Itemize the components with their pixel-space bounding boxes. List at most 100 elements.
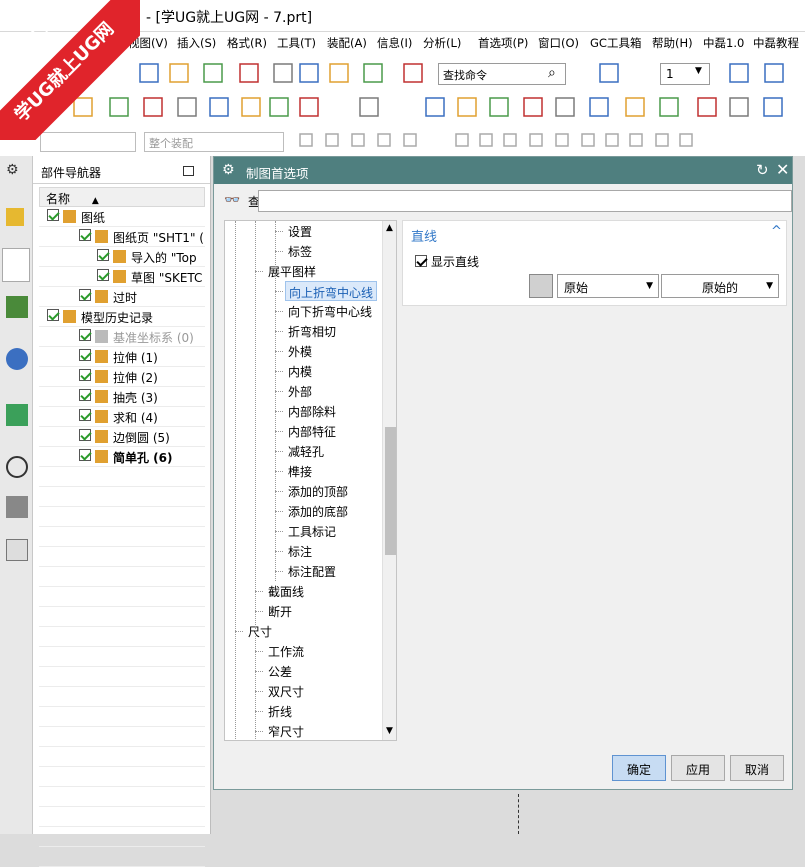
toolbar-button-icon[interactable] [457,97,477,117]
tree-scrollbar[interactable]: ▲ ▼ [382,221,396,740]
toolbar-button-icon[interactable] [143,97,163,117]
navigator-row[interactable]: 过时 [39,287,205,307]
visibility-checkbox[interactable] [79,389,91,401]
menu-item-11[interactable]: 中磊1.0 [703,35,744,51]
toolbar-button-icon[interactable] [479,133,493,147]
pref-tree-item[interactable]: 榫接 [285,461,315,481]
toolbar-button-icon[interactable] [203,63,223,83]
navigator-row[interactable]: 抽壳 (3) [39,387,205,407]
pref-tree-item[interactable]: 工具标记 [285,521,339,541]
maximize-icon[interactable] [183,166,194,176]
toolbar-button-icon[interactable] [377,133,391,147]
history-clock-icon[interactable] [6,456,28,478]
visibility-checkbox[interactable] [79,369,91,381]
toolbar-button-icon[interactable] [659,97,679,117]
menu-item-6[interactable]: 分析(L) [423,35,461,51]
navigator-row[interactable]: 边倒圆 (5) [39,427,205,447]
toolbar-button-icon[interactable] [73,97,93,117]
info-icon[interactable] [6,348,28,370]
toolbar-button-icon[interactable] [555,133,569,147]
visibility-checkbox[interactable] [97,269,109,281]
toolbar-button-icon[interactable] [605,133,619,147]
toolbar-button-icon[interactable] [629,133,643,147]
pref-tree-item[interactable]: 工作流 [265,641,307,661]
navigator-row[interactable]: 简单孔 (6) [39,447,205,467]
pref-tree-item[interactable]: 外部 [285,381,315,401]
reset-icon[interactable]: ↻ [756,161,769,179]
toolbar-button-icon[interactable] [425,97,445,117]
pref-tree-item[interactable]: 标注配置 [285,561,339,581]
pref-tree-item[interactable]: 内部特征 [285,421,339,441]
toolbar-button-icon[interactable] [39,97,59,117]
toolbar-button-icon[interactable] [455,133,469,147]
navigator-row[interactable]: 导入的 "Top [39,247,205,267]
toolbar-button-icon[interactable] [109,97,129,117]
toolbar-button-icon[interactable] [625,97,645,117]
scroll-thumb[interactable] [385,427,396,555]
pref-tree-item[interactable]: 向下折弯中心线 [285,301,375,321]
visibility-checkbox[interactable] [47,309,59,321]
toolbar-button-icon[interactable] [503,133,517,147]
graphics-area[interactable] [213,790,805,834]
pref-tree-item[interactable]: 向上折弯中心线 [285,281,378,301]
reuse-library-icon[interactable] [6,296,28,318]
menu-item-7[interactable]: 首选项(P) [478,35,528,51]
toolbar-button-icon[interactable] [764,63,784,83]
navigator-row[interactable]: 基准坐标系 (0) [39,327,205,347]
toolbar-button-icon[interactable] [351,133,365,147]
navigator-row[interactable]: 模型历史记录 [39,307,205,327]
collapse-icon[interactable]: ^ [771,224,782,239]
system-materials-icon[interactable] [6,496,28,518]
gear-icon[interactable]: ⚙ [6,162,28,184]
pref-tree-item[interactable]: 添加的底部 [285,501,351,521]
toolbar-button-icon[interactable] [529,133,543,147]
toolbar-button-icon[interactable] [523,97,543,117]
navigator-row[interactable]: 求和 (4) [39,407,205,427]
toolbar-button-icon[interactable] [329,63,349,83]
scroll-up-icon[interactable]: ▲ [386,223,393,233]
pref-tree-item[interactable]: 添加的顶部 [285,481,351,501]
menu-item-5[interactable]: 信息(I) [377,35,412,51]
navigator-row[interactable]: 拉伸 (2) [39,367,205,387]
preference-search-input[interactable] [258,190,792,212]
roles-icon[interactable] [6,539,28,561]
navigator-row[interactable]: 草图 "SKETC [39,267,205,287]
toolbar-button-icon[interactable] [403,63,423,83]
line-style-select[interactable]: 原始 ▼ [557,274,659,298]
navigator-row[interactable]: 图纸 [39,207,205,227]
menu-item-1[interactable]: 插入(S) [177,35,216,51]
line-width-select[interactable]: 原始的 ▼ [661,274,779,298]
pref-tree-item[interactable]: 展平图样 [265,261,319,281]
toolbar-button-icon[interactable] [581,133,595,147]
pref-tree-item[interactable]: 标签 [285,241,315,261]
pref-tree-item[interactable]: 双尺寸 [265,681,307,701]
pref-tree-item[interactable]: 折弯相切 [285,321,339,341]
toolbar-icons[interactable] [0,54,805,156]
pref-tree-item[interactable]: 公差 [265,661,295,681]
toolbar-button-icon[interactable] [241,97,261,117]
toolbar-button-icon[interactable] [555,97,575,117]
menu-item-4[interactable]: 装配(A) [327,35,367,51]
visibility-checkbox[interactable] [79,409,91,421]
toolbar-button-icon[interactable] [359,97,379,117]
assembly-navigator-icon[interactable] [6,208,24,226]
visibility-checkbox[interactable] [47,209,59,221]
toolbar-button-icon[interactable] [729,63,749,83]
ok-button[interactable]: 确定 [612,755,666,781]
toolbar-button-icon[interactable] [299,63,319,83]
menu-item-9[interactable]: GC工具箱 [590,35,641,51]
menu-item-2[interactable]: 格式(R) [227,35,267,51]
toolbar-button-icon[interactable] [729,97,749,117]
part-navigator-icon[interactable] [2,248,30,282]
toolbar-button-icon[interactable] [489,97,509,117]
toolbar-button-icon[interactable] [763,97,783,117]
visibility-checkbox[interactable] [79,449,91,461]
cancel-button[interactable]: 取消 [730,755,784,781]
toolbar-button-icon[interactable] [273,63,293,83]
toolbar-button-icon[interactable] [589,97,609,117]
toolbar-button-icon[interactable] [239,63,259,83]
menu-item-0[interactable]: 视图(V) [128,35,168,51]
pref-tree-item[interactable]: 断开 [265,601,295,621]
show-line-checkbox[interactable] [415,255,427,267]
web-browser-icon[interactable] [6,404,28,426]
